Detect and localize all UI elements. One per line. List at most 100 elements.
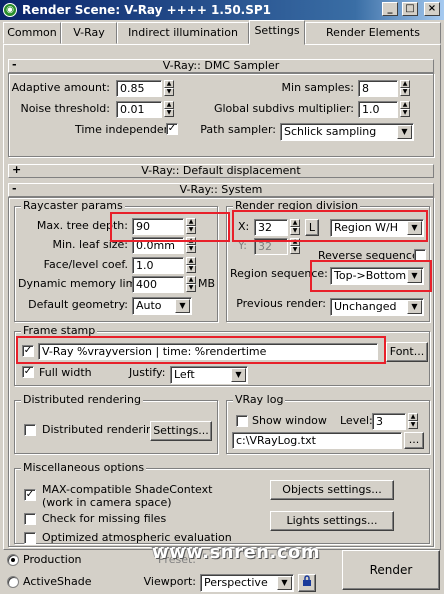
face-level-coef-label: Face/level coef.: [43, 258, 128, 271]
noise-threshold-input[interactable]: 0.01: [116, 101, 162, 118]
default-geometry-dropdown[interactable]: Auto ▼: [132, 297, 192, 315]
adaptive-amount-input[interactable]: 0.85: [116, 80, 162, 97]
global-subdivs-spinner[interactable]: ▲ ▼: [400, 101, 410, 118]
region-x-input[interactable]: 32: [254, 219, 288, 236]
group-title: Render region division: [233, 199, 361, 212]
distributed-rendering-checkbox[interactable]: [24, 424, 36, 436]
adaptive-amount-spinner[interactable]: ▲ ▼: [164, 80, 174, 97]
face-level-coef-input[interactable]: 1.0: [132, 257, 184, 274]
minimize-button[interactable]: _: [382, 2, 398, 16]
justify-value: Left: [174, 368, 195, 381]
chevron-down-icon: ▼: [407, 269, 422, 283]
viewport-value: Perspective: [204, 576, 268, 589]
region-y-input: 32: [254, 238, 288, 255]
level-input[interactable]: 3: [372, 413, 406, 430]
rollout-dmc-sampler[interactable]: - V-Ray:: DMC Sampler: [8, 59, 434, 73]
face-level-coef-spinner[interactable]: ▲ ▼: [186, 257, 196, 274]
region-sequence-dropdown[interactable]: Top->Bottom ▼: [330, 267, 424, 285]
tab-render-elements[interactable]: Render Elements: [305, 22, 441, 44]
default-geometry-label: Default geometry:: [28, 298, 128, 311]
show-window-checkbox[interactable]: [236, 415, 248, 427]
dynamic-memory-input[interactable]: 400: [132, 276, 184, 293]
viewport-dropdown[interactable]: Perspective ▼: [200, 574, 294, 592]
max-tree-depth-label: Max. tree depth:: [36, 219, 128, 232]
path-sampler-dropdown[interactable]: Schlick sampling ▼: [280, 123, 414, 141]
check-missing-files-checkbox[interactable]: [24, 513, 36, 525]
min-samples-input[interactable]: 8: [358, 80, 398, 97]
tab-common[interactable]: Common: [3, 22, 61, 44]
justify-dropdown[interactable]: Left ▼: [170, 366, 248, 384]
optimized-atmospheric-checkbox[interactable]: [24, 532, 36, 544]
window-title: Render Scene: V-Ray ++++ 1.50.SP1: [22, 3, 272, 17]
rollout-title: V-Ray:: Default displacement: [141, 164, 301, 177]
distributed-rendering-label: Distributed rendering: [42, 423, 160, 436]
group-title: Frame stamp: [21, 324, 98, 337]
production-radio[interactable]: [7, 554, 19, 566]
log-path-input[interactable]: c:\VRayLog.txt: [232, 432, 402, 449]
path-sampler-label: Path sampler:: [200, 123, 276, 136]
region-lock-button[interactable]: L: [305, 219, 319, 236]
min-leaf-size-label: Min. leaf size:: [52, 238, 128, 251]
min-leaf-size-spinner[interactable]: ▲ ▼: [186, 237, 196, 254]
level-label: Level:: [340, 414, 373, 427]
chevron-down-icon: ▼: [277, 576, 292, 590]
app-icon: ◉: [3, 3, 17, 17]
min-samples-spinner[interactable]: ▲ ▼: [400, 80, 410, 97]
min-leaf-size-input[interactable]: 0.0mm: [132, 237, 184, 254]
noise-threshold-spinner[interactable]: ▲ ▼: [164, 101, 174, 118]
chevron-down-icon: ▼: [407, 300, 422, 314]
previous-render-label: Previous render:: [236, 297, 326, 310]
group-title: VRay log: [233, 393, 286, 406]
rollout-system[interactable]: - V-Ray:: System: [8, 183, 434, 197]
font-button[interactable]: Font...: [386, 342, 428, 362]
collapse-icon: -: [12, 58, 17, 71]
maximize-button[interactable]: □: [402, 2, 418, 16]
region-sequence-value: Top->Bottom: [334, 269, 407, 282]
region-y-label: Y:: [238, 239, 247, 252]
frame-stamp-input[interactable]: V-Ray %vrayversion | time: %rendertime: [38, 343, 378, 360]
time-independent-label: Time independent: [75, 123, 175, 136]
dynamic-memory-spinner[interactable]: ▲ ▼: [186, 276, 196, 293]
chevron-down-icon: ▼: [397, 125, 412, 139]
max-tree-depth-input[interactable]: 90: [132, 218, 184, 235]
show-window-label: Show window: [252, 414, 327, 427]
region-y-spinner: ▲ ▼: [290, 238, 300, 255]
browse-button[interactable]: ...: [404, 432, 424, 449]
close-button[interactable]: ×: [424, 2, 440, 16]
max-tree-depth-spinner[interactable]: ▲ ▼: [186, 218, 196, 235]
region-x-spinner[interactable]: ▲ ▼: [290, 219, 300, 236]
production-label: Production: [23, 553, 82, 566]
lock-icon[interactable]: [298, 574, 316, 592]
activeshade-radio[interactable]: [7, 576, 19, 588]
objects-settings-button[interactable]: Objects settings...: [270, 480, 394, 500]
frame-stamp-checkbox[interactable]: ✓: [22, 345, 34, 357]
collapse-icon: -: [12, 182, 17, 195]
region-sequence-label: Region sequence:: [230, 267, 328, 280]
group-title: Distributed rendering: [21, 393, 143, 406]
distributed-settings-button[interactable]: Settings...: [150, 421, 212, 441]
time-independent-checkbox[interactable]: ✓: [166, 123, 178, 135]
min-samples-label: Min samples:: [281, 81, 354, 94]
global-subdivs-input[interactable]: 1.0: [358, 101, 398, 118]
region-mode-dropdown[interactable]: Region W/H ▼: [330, 219, 424, 237]
tab-indirect-illumination[interactable]: Indirect illumination: [117, 22, 249, 44]
reverse-sequence-checkbox[interactable]: [414, 249, 426, 261]
viewport-label: Viewport:: [143, 575, 196, 588]
previous-render-dropdown[interactable]: Unchanged ▼: [330, 298, 424, 316]
default-geometry-value: Auto: [136, 299, 162, 312]
render-button[interactable]: Render: [342, 550, 440, 590]
max-compatible-checkbox[interactable]: ✓: [24, 489, 36, 501]
level-spinner[interactable]: ▲ ▼: [408, 413, 418, 430]
chevron-down-icon: ▼: [175, 299, 190, 313]
rollout-default-displacement[interactable]: + V-Ray:: Default displacement: [8, 164, 434, 178]
adaptive-amount-label: Adaptive amount:: [11, 81, 110, 94]
tab-settings[interactable]: Settings: [249, 20, 305, 45]
full-width-label: Full width: [39, 366, 92, 379]
expand-icon: +: [12, 163, 22, 176]
full-width-checkbox[interactable]: ✓: [22, 366, 34, 378]
group-title: Miscellaneous options: [21, 461, 147, 474]
tab-vray[interactable]: V-Ray: [61, 22, 117, 44]
max-compatible-label: MAX-compatible ShadeContext: [42, 483, 213, 496]
justify-label: Justify:: [129, 366, 166, 379]
lights-settings-button[interactable]: Lights settings...: [270, 511, 394, 531]
